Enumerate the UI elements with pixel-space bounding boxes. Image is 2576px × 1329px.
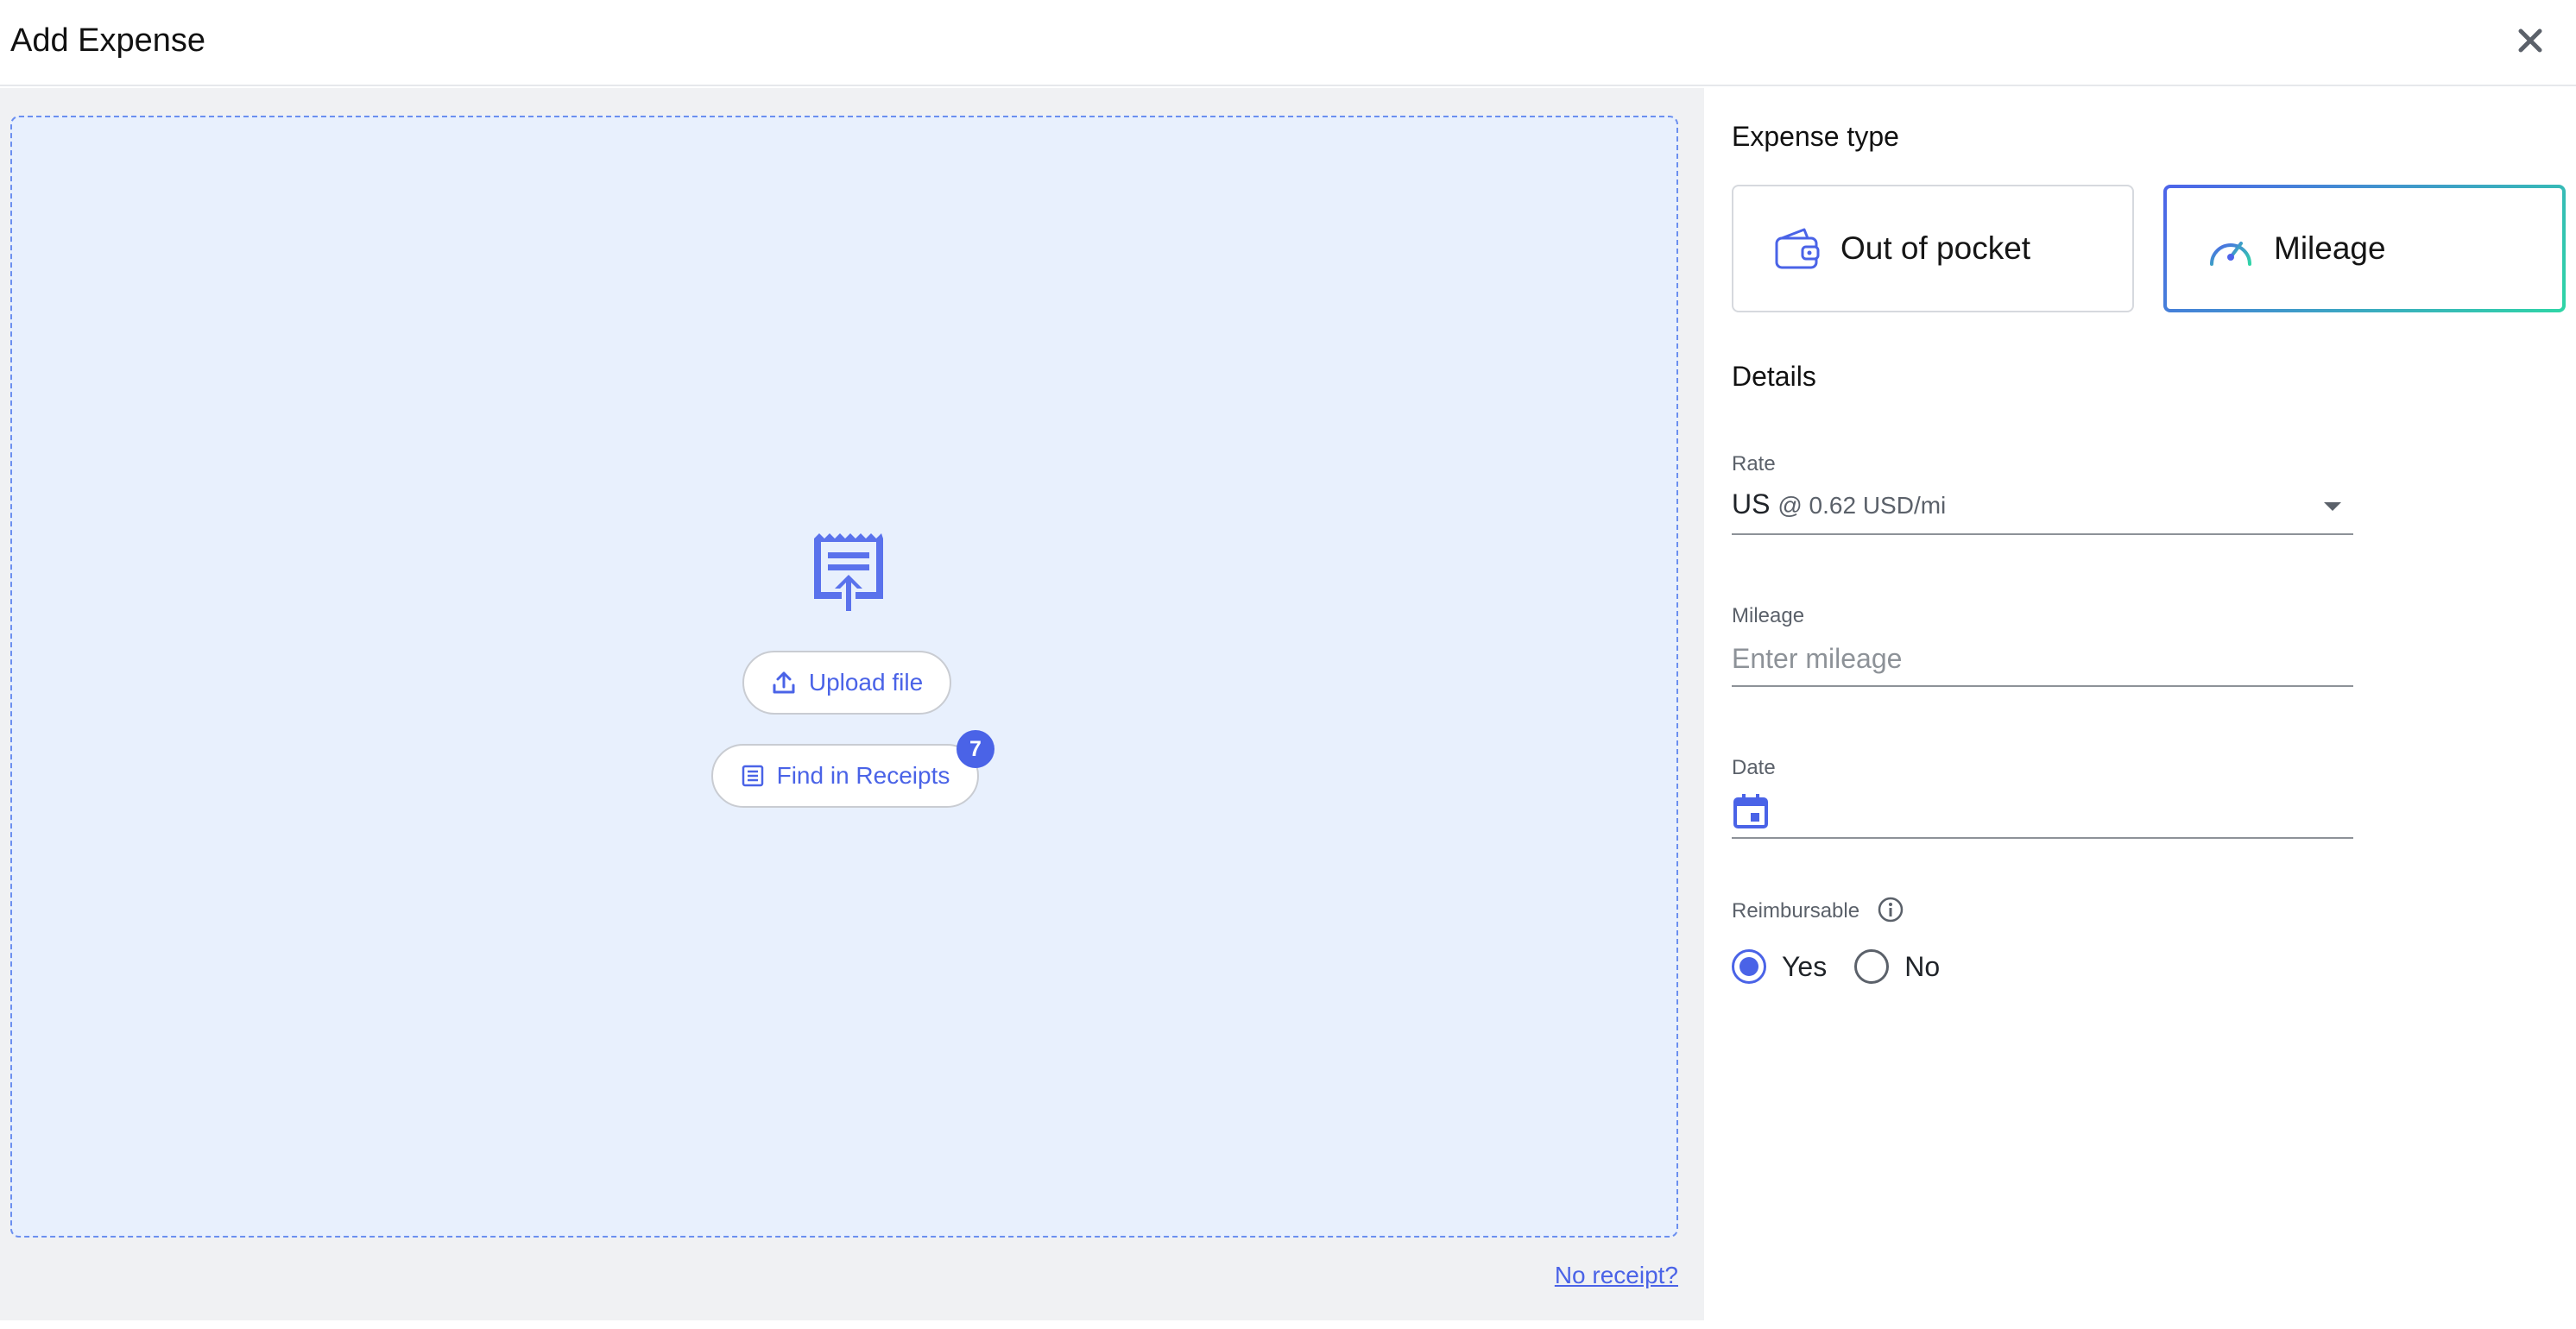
- no-receipt-link[interactable]: No receipt?: [1555, 1262, 1678, 1289]
- out-of-pocket-label: Out of pocket: [1840, 230, 2031, 266]
- upload-file-label: Upload file: [808, 669, 924, 696]
- expense-type-heading: Expense type: [1732, 121, 1899, 152]
- receipts-list-icon: [742, 765, 763, 787]
- upload-icon: [773, 671, 795, 694]
- details-heading: Details: [1732, 361, 1816, 392]
- expense-type-mileage[interactable]: Mileage: [2163, 185, 2566, 312]
- receipt-pane: Upload file Find in Receipts 7 No receip…: [0, 88, 1704, 1320]
- receipts-count-badge: 7: [957, 730, 994, 768]
- date-label: Date: [1732, 756, 1776, 779]
- rate-value: US: [1732, 488, 1771, 520]
- date-input[interactable]: [1778, 787, 2353, 835]
- mileage-underline: [1732, 685, 2353, 687]
- find-in-receipts-button[interactable]: Find in Receipts: [711, 744, 979, 808]
- reimbursable-label: Reimbursable: [1732, 899, 1860, 923]
- receipt-dropzone[interactable]: Upload file Find in Receipts 7: [10, 116, 1678, 1238]
- dialog-title: Add Expense: [10, 22, 206, 59]
- rate-select[interactable]: US @ 0.62 USD/mi: [1732, 488, 1946, 520]
- radio-no[interactable]: [1854, 949, 1890, 984]
- rate-underline: [1732, 533, 2353, 535]
- speedometer-icon: [2210, 242, 2251, 266]
- mileage-type-label: Mileage: [2274, 230, 2386, 266]
- find-in-receipts-label: Find in Receipts: [776, 762, 950, 789]
- radio-no-label: No: [1904, 950, 1941, 982]
- calendar-icon[interactable]: [1732, 792, 1770, 830]
- rate-sub-value: @ 0.62 USD/mi: [1777, 492, 1947, 519]
- mileage-label: Mileage: [1732, 604, 1805, 627]
- radio-yes[interactable]: [1732, 949, 1766, 984]
- upload-file-button[interactable]: Upload file: [742, 651, 951, 715]
- chevron-down-icon[interactable]: [2324, 502, 2341, 511]
- reimbursable-yes-option[interactable]: Yes: [1732, 949, 1827, 984]
- info-icon[interactable]: [1877, 896, 1904, 923]
- reimbursable-radio-group: Yes No: [1732, 949, 1940, 984]
- radio-yes-label: Yes: [1782, 950, 1828, 982]
- expense-type-out-of-pocket[interactable]: Out of pocket: [1732, 185, 2134, 312]
- rate-label: Rate: [1732, 452, 1776, 476]
- expense-form: Expense type Out of pocket Mileage Detai…: [1704, 88, 2576, 1320]
- wallet-icon: [1775, 228, 1820, 269]
- close-icon: [2518, 28, 2542, 53]
- mileage-input[interactable]: [1732, 637, 2353, 680]
- dialog-header: Add Expense: [0, 0, 2576, 86]
- date-underline: [1732, 837, 2353, 839]
- reimbursable-no-option[interactable]: No: [1854, 949, 1940, 984]
- close-button[interactable]: [2509, 19, 2552, 62]
- receipt-upload-icon: [814, 533, 883, 611]
